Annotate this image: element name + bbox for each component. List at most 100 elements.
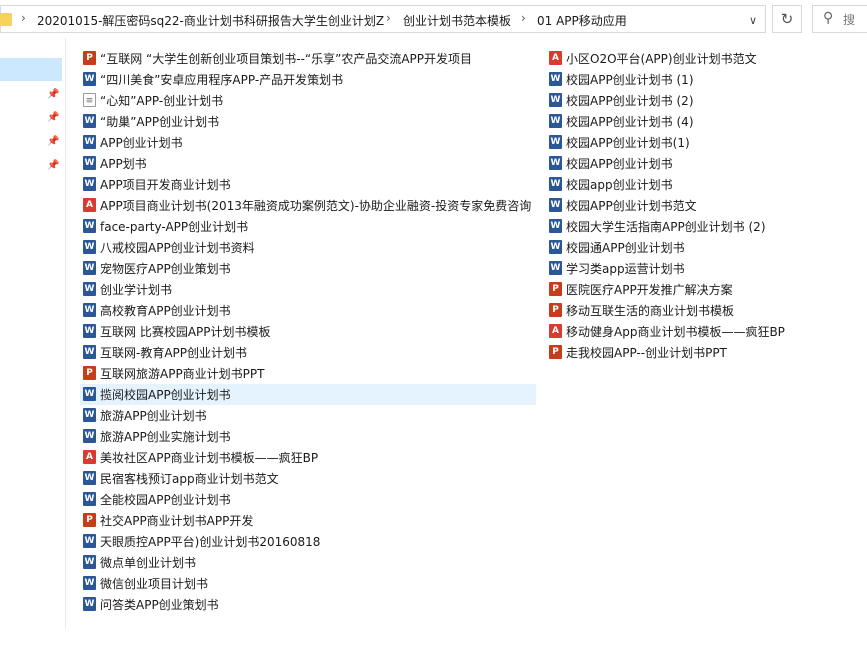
navigation-pane[interactable]: 📌 📌 📌 📌 — [0, 38, 66, 628]
file-item[interactable]: W 校园APP创业计划书 (1) — [546, 69, 846, 90]
file-name: “助巢”APP创业计划书 — [100, 115, 220, 129]
file-item[interactable]: A 小区O2O平台(APP)创业计划书范文 — [546, 48, 846, 69]
refresh-button[interactable]: ↻ — [772, 5, 802, 33]
file-item[interactable]: A 移动健身App商业计划书模板——疯狂BP — [546, 321, 846, 342]
word-icon: W — [83, 324, 96, 338]
word-icon: W — [549, 219, 562, 233]
file-item[interactable]: W 天眼质控APP平台)创业计划书20160818 — [80, 531, 536, 552]
file-item[interactable]: P 走我校园APP--创业计划书PPT — [546, 342, 846, 363]
file-item[interactable]: W 校园APP创业计划书范文 — [546, 195, 846, 216]
file-item[interactable]: P 医院医疗APP开发推广解决方案 — [546, 279, 846, 300]
file-item[interactable]: W 旅游APP创业实施计划书 — [80, 426, 536, 447]
file-item[interactable]: W 校园APP创业计划书 (2) — [546, 90, 846, 111]
file-item[interactable]: W APP划书 — [80, 153, 536, 174]
file-name: 创业学计划书 — [100, 283, 173, 297]
breadcrumb-item-templates[interactable]: 创业计划书范本模板 — [403, 12, 511, 29]
file-item[interactable]: P 社交APP商业计划书APP开发 — [80, 510, 536, 531]
file-item[interactable]: W “助巢”APP创业计划书 — [80, 111, 536, 132]
file-item[interactable]: W 八戒校园APP创业计划书资料 — [80, 237, 536, 258]
file-item[interactable]: W 学习类app运营计划书 — [546, 258, 846, 279]
file-name: 校园APP创业计划书 (2) — [566, 94, 694, 108]
word-icon: W — [83, 597, 96, 611]
file-item[interactable]: P 移动互联生活的商业计划书模板 — [546, 300, 846, 321]
file-name: 医院医疗APP开发推广解决方案 — [566, 283, 733, 297]
file-item[interactable]: W 微信创业项目计划书 — [80, 573, 536, 594]
word-icon: W — [549, 198, 562, 212]
word-icon: W — [83, 576, 96, 590]
file-item[interactable]: W APP创业计划书 — [80, 132, 536, 153]
file-name: 八戒校园APP创业计划书资料 — [100, 241, 255, 255]
word-icon: W — [549, 240, 562, 254]
file-name: 微信创业项目计划书 — [100, 577, 209, 591]
file-item[interactable]: Wface-party-APP创业计划书 — [80, 216, 536, 237]
file-item[interactable]: W 宠物医疗APP创业策划书 — [80, 258, 536, 279]
file-name: 走我校园APP--创业计划书PPT — [566, 346, 727, 360]
word-icon: W — [549, 156, 562, 170]
file-name: 校园APP创业计划书(1) — [566, 136, 690, 150]
ppt-icon: P — [549, 282, 562, 296]
pin-icon: 📌 — [47, 112, 60, 123]
file-item[interactable]: P “互联网 “大学生创新创业项目策划书--“乐享”农产品交流APP开发项目 — [80, 48, 536, 69]
file-name: 校园APP创业计划书 (1) — [566, 73, 694, 87]
word-icon: W — [83, 240, 96, 254]
folder-icon — [0, 13, 12, 26]
nav-selected-item[interactable] — [0, 58, 62, 81]
address-bar-area: › 20201015-解压密码sq22-商业计划书科研报告大学生创业计划Z › … — [0, 0, 867, 38]
search-icon: ⚲ — [823, 10, 834, 26]
word-icon: W — [83, 534, 96, 548]
file-item[interactable]: P 互联网旅游APP商业计划书PPT — [80, 363, 536, 384]
breadcrumb-separator: › — [386, 11, 391, 25]
word-icon: W — [549, 93, 562, 107]
file-name: 移动互联生活的商业计划书模板 — [566, 304, 735, 318]
file-name: 民宿客栈预订app商业计划书范文 — [100, 472, 279, 486]
file-item[interactable]: W 校园通APP创业计划书 — [546, 237, 846, 258]
word-icon: W — [83, 387, 96, 401]
file-item[interactable]: W APP项目开发商业计划书 — [80, 174, 536, 195]
file-item[interactable]: W 互联网-教育APP创业计划书 — [80, 342, 536, 363]
file-name: 天眼质控APP平台)创业计划书20160818 — [100, 535, 321, 549]
file-name: 互联网-教育APP创业计划书 — [100, 346, 248, 360]
file-name: “心知”APP-创业计划书 — [100, 94, 224, 108]
word-icon: W — [83, 72, 96, 86]
word-icon: W — [83, 282, 96, 296]
file-name: 全能校园APP创业计划书 — [100, 493, 231, 507]
address-dropdown-icon[interactable]: ∨ — [742, 12, 764, 30]
word-icon: W — [83, 114, 96, 128]
word-icon: W — [83, 408, 96, 422]
file-item[interactable]: W “四川美食”安卓应用程序APP-产品开发策划书 — [80, 69, 536, 90]
file-item[interactable]: W 校园APP创业计划书(1) — [546, 132, 846, 153]
file-name: “四川美食”安卓应用程序APP-产品开发策划书 — [100, 73, 344, 87]
word-icon: W — [549, 261, 562, 275]
file-item[interactable]: W 民宿客栈预订app商业计划书范文 — [80, 468, 536, 489]
file-item[interactable]: ≡ “心知”APP-创业计划书 — [80, 90, 536, 111]
word-icon: W — [83, 177, 96, 191]
file-name: 互联网旅游APP商业计划书PPT — [100, 367, 265, 381]
file-item[interactable]: W 全能校园APP创业计划书 — [80, 489, 536, 510]
refresh-icon: ↻ — [780, 10, 794, 28]
file-name: 小区O2O平台(APP)创业计划书范文 — [566, 52, 757, 66]
file-item[interactable]: W 校园APP创业计划书 — [546, 153, 846, 174]
search-input[interactable]: ⚲ 搜 — [812, 5, 867, 33]
file-name: APP划书 — [100, 157, 147, 171]
pdf-icon: A — [83, 198, 96, 212]
file-item[interactable]: A APP项目商业计划书(2013年融资成功案例范文)-协助企业融资-投资专家免费… — [80, 195, 536, 216]
address-bar[interactable]: › 20201015-解压密码sq22-商业计划书科研报告大学生创业计划Z › … — [0, 5, 766, 33]
breadcrumb-separator: › — [521, 11, 526, 25]
file-item[interactable]: A 美妆社区APP商业计划书模板——疯狂BP — [80, 447, 536, 468]
file-item[interactable]: W 创业学计划书 — [80, 279, 536, 300]
file-name: APP项目开发商业计划书 — [100, 178, 231, 192]
file-item[interactable]: W 高校教育APP创业计划书 — [80, 300, 536, 321]
file-item[interactable]: W 校园APP创业计划书 (4) — [546, 111, 846, 132]
file-item[interactable]: W 校园大学生活指南APP创业计划书 (2) — [546, 216, 846, 237]
file-item[interactable]: W 互联网 比赛校园APP计划书模板 — [80, 321, 536, 342]
file-item[interactable]: W 微点单创业计划书 — [80, 552, 536, 573]
file-item[interactable]: W 问答类APP创业策划书 — [80, 594, 536, 615]
file-item[interactable]: W 旅游APP创业计划书 — [80, 405, 536, 426]
file-item[interactable]: W 校园app创业计划书 — [546, 174, 846, 195]
file-name: 旅游APP创业计划书 — [100, 409, 207, 423]
breadcrumb-item-current[interactable]: 01 APP移动应用 — [537, 12, 627, 29]
file-name: 校园APP创业计划书范文 — [566, 199, 697, 213]
ppt-icon: P — [83, 513, 96, 527]
file-item[interactable]: W 揽阅校园APP创业计划书 — [80, 384, 536, 405]
breadcrumb-item-root[interactable]: 20201015-解压密码sq22-商业计划书科研报告大学生创业计划Z — [37, 12, 384, 29]
